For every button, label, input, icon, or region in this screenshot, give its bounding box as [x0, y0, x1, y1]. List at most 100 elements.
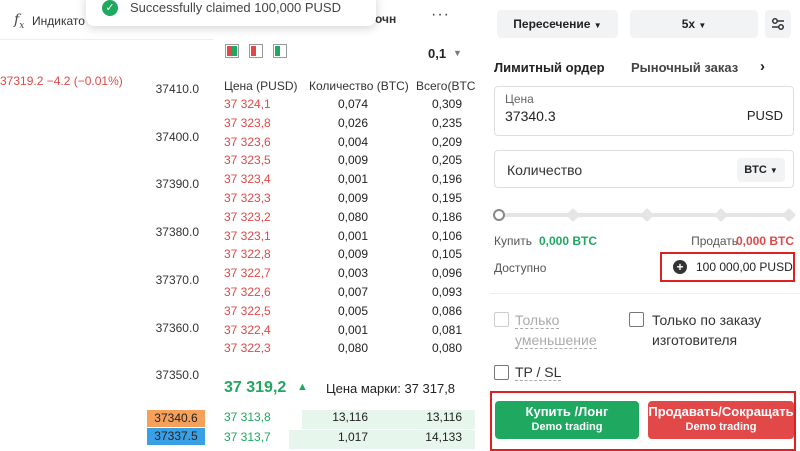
price-input[interactable] — [505, 108, 685, 124]
ask-row[interactable]: 37 322,6 0,007 0,093 — [213, 283, 475, 302]
ask-row[interactable]: 37 322,4 0,001 0,081 — [213, 321, 475, 340]
book-view-asks-icon[interactable] — [249, 44, 263, 58]
ask-qty: 0,080 — [337, 341, 368, 356]
ask-row[interactable]: 37 322,7 0,003 0,096 — [213, 264, 475, 283]
margin-mode-select[interactable]: Пересечение ▼ — [497, 10, 618, 38]
ask-row[interactable]: 37 323,8 0,026 0,235 — [213, 114, 475, 133]
bid-row[interactable]: 37 313,8 13,116 13,116 — [213, 408, 475, 429]
ask-price: 37 322,4 — [224, 322, 271, 337]
ask-row[interactable]: 37 323,5 0,009 0,205 — [213, 151, 475, 170]
price-axis-tick: 37410.0 — [155, 82, 199, 96]
leverage-select[interactable]: 5x ▼ — [630, 10, 758, 38]
slider-tick[interactable] — [565, 207, 581, 223]
book-view-all-icon[interactable] — [225, 44, 239, 58]
ask-price: 37 322,8 — [224, 247, 271, 262]
add-funds-icon[interactable]: + — [673, 260, 687, 274]
ask-row[interactable]: 37 324,1 0,074 0,309 — [213, 95, 475, 114]
ask-qty: 0,074 — [337, 97, 368, 111]
precision-select[interactable]: 0,1 — [428, 46, 446, 61]
tpsl-checkbox[interactable] — [494, 365, 509, 380]
ask-price: 37 324,1 — [224, 97, 271, 111]
ask-row[interactable]: 37 323,2 0,080 0,186 — [213, 208, 475, 227]
caret-down-icon: ▼ — [698, 21, 707, 30]
ask-total: 0,205 — [431, 153, 462, 168]
price-tag-mark: 37337.5 — [147, 428, 205, 445]
price-axis-tick: 37400.0 — [155, 129, 199, 144]
ask-row[interactable]: 37 322,8 0,009 0,105 — [213, 245, 475, 264]
tab-order-book[interactable]: очн — [375, 12, 396, 26]
bid-price: 37 313,7 — [224, 430, 271, 444]
ask-total: 0,196 — [431, 172, 462, 187]
buy-max-value: 0,000 BTC — [539, 234, 598, 248]
ask-row[interactable]: 37 322,5 0,005 0,086 — [213, 302, 475, 321]
available-label: Доступно — [494, 261, 547, 275]
header-price: Цена (PUSD) — [224, 79, 298, 93]
ask-price: 37 322,7 — [224, 266, 271, 281]
ask-qty: 0,026 — [337, 115, 368, 130]
tab-market-order[interactable]: Рыночный заказ — [631, 60, 738, 75]
reduce-only-label: Только уменьшение — [515, 310, 625, 350]
price-field[interactable]: Цена PUSD — [494, 86, 794, 136]
indicators-button[interactable]: Индикато — [32, 14, 85, 28]
ask-price: 37 323,6 — [224, 134, 271, 149]
tab-limit-order[interactable]: Лимитный ордер — [494, 60, 605, 75]
sell-max-label: Продать — [691, 234, 738, 248]
settings-sliders-icon[interactable] — [765, 10, 791, 38]
ask-price: 37 323,2 — [224, 209, 271, 224]
price-axis-tick: 37360.0 — [155, 320, 199, 335]
ask-total: 0,096 — [431, 266, 462, 281]
slider-handle[interactable] — [493, 209, 505, 221]
caret-down-icon: ▼ — [593, 21, 602, 30]
leverage-label: 5x — [681, 17, 696, 31]
quantity-label: Количество — [507, 162, 583, 178]
ask-row[interactable]: 37 323,3 0,009 0,195 — [213, 189, 475, 208]
margin-mode-label: Пересечение — [513, 17, 591, 31]
ask-total: 0,235 — [431, 115, 462, 130]
reduce-only-checkbox[interactable] — [494, 312, 509, 327]
ask-row[interactable]: 37 323,4 0,001 0,196 — [213, 170, 475, 189]
quantity-unit-select[interactable]: BTC ▼ — [737, 158, 785, 182]
ask-row[interactable]: 37 323,6 0,004 0,209 — [213, 133, 475, 152]
ask-qty: 0,003 — [337, 266, 368, 281]
quantity-slider[interactable] — [493, 207, 797, 223]
bid-price: 37 313,8 — [224, 410, 271, 424]
function-icon[interactable]: fx — [14, 12, 24, 31]
caret-down-icon[interactable]: ▼ — [453, 48, 462, 58]
quantity-field[interactable]: Количество BTC ▼ — [494, 150, 794, 188]
order-book: очн ··· 0,1 ▼ Цена (PUSD) Количество (BT… — [213, 0, 479, 451]
ask-qty: 0,009 — [337, 247, 368, 262]
ask-qty: 0,007 — [337, 285, 368, 299]
ask-total: 0,309 — [431, 97, 462, 111]
ask-qty: 0,009 — [337, 153, 368, 168]
order-panel: Пересечение ▼ 5x ▼ Лимитный ордер Рыночн… — [475, 0, 800, 451]
post-only-checkbox[interactable] — [629, 312, 644, 327]
slider-tick[interactable] — [781, 207, 797, 223]
price-axis-tick: 37390.0 — [155, 177, 199, 192]
last-price: 37 319,2 — [224, 379, 287, 396]
price-chart[interactable]: fx Индикато 37319.2 −4.2 (−0.01%) 37410.… — [0, 0, 213, 451]
sell-max-value: 0,000 BTC — [735, 234, 794, 248]
book-view-toggle — [225, 44, 287, 58]
more-icon[interactable]: ··· — [431, 6, 450, 24]
buy-long-button[interactable]: Купить /Лонг Demo trading — [495, 401, 639, 439]
tpsl-text: TP / SL — [515, 364, 562, 381]
header-total: Всего(BTC) — [416, 79, 480, 93]
slider-tick[interactable] — [713, 207, 729, 223]
bid-total: 13,116 — [426, 410, 462, 424]
chevron-right-icon[interactable]: › — [760, 58, 765, 75]
price-field-label: Цена — [505, 92, 534, 106]
slider-tick[interactable] — [639, 207, 655, 223]
mark-price: Цена марки: 37 317,8 — [326, 381, 456, 396]
ask-price: 37 323,1 — [224, 228, 271, 243]
price-change-readout: 37319.2 −4.2 (−0.01%) — [0, 74, 123, 88]
price-unit: PUSD — [746, 108, 783, 123]
divider — [490, 293, 800, 294]
bid-row[interactable]: 37 313,7 1,017 14,133 — [213, 428, 475, 449]
bid-qty: 1,017 — [337, 430, 368, 444]
book-view-bids-icon[interactable] — [273, 44, 287, 58]
sell-short-button[interactable]: Продавать/Сокращать Demo trading — [648, 401, 794, 439]
ask-row[interactable]: 37 322,3 0,080 0,080 — [213, 339, 475, 358]
tpsl-label: TP / SL — [515, 362, 562, 382]
reduce-only-text: Только уменьшение — [515, 312, 597, 349]
ask-row[interactable]: 37 323,1 0,001 0,106 — [213, 227, 475, 246]
